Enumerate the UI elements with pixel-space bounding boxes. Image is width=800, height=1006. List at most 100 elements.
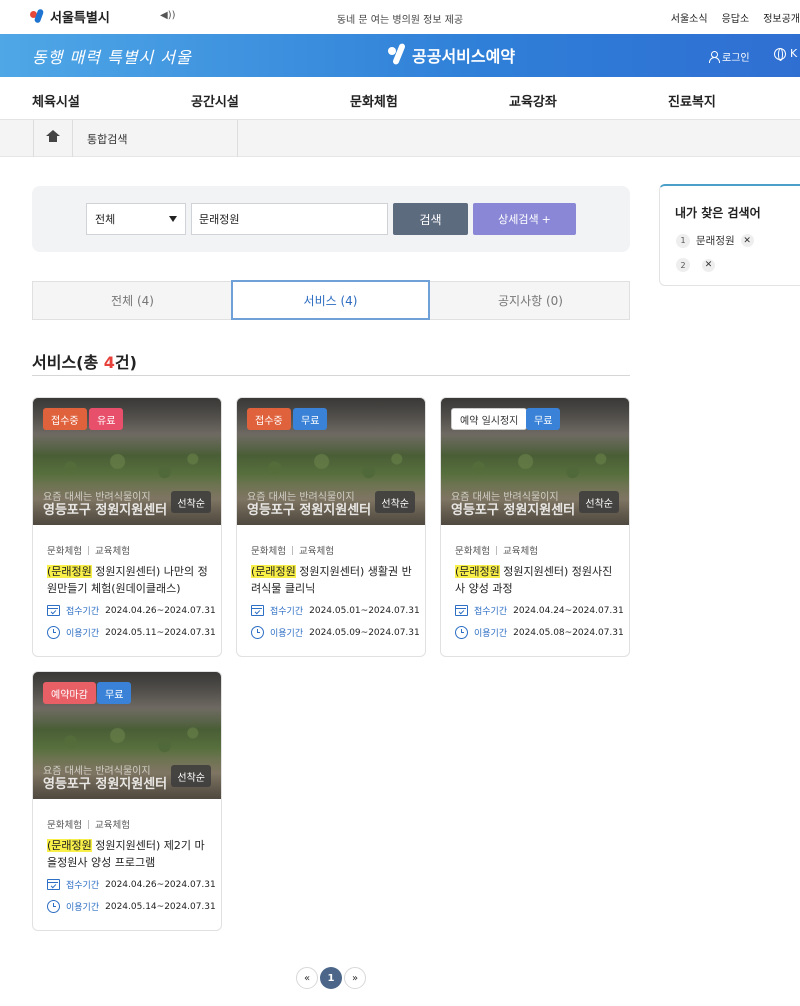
recent-search-number: 1 <box>676 233 690 248</box>
usage-period: 이용기간 2024.05.08~2024.07.31 <box>455 626 624 639</box>
top-links: 서울소식 응답소 정보공개 <box>671 10 800 25</box>
card-category: 문화체험 교육체험 <box>47 543 130 557</box>
search-button[interactable]: 검색 <box>393 203 468 235</box>
registration-period: 접수기간 2024.05.01~2024.07.31 <box>251 604 420 617</box>
card-category: 문화체험 교육체험 <box>251 543 334 557</box>
breadcrumb-current: 통합검색 <box>73 120 238 157</box>
brand-bar: 동행 매력 특별시 서울 공공서비스예약 로그인 K <box>0 34 800 77</box>
search-scope-select[interactable]: 전체 <box>86 203 186 235</box>
close-icon[interactable]: ✕ <box>740 234 754 247</box>
category-primary: 문화체험 <box>251 546 286 557</box>
calendar-icon <box>47 879 60 890</box>
status-badge: 예약 일시정지 <box>451 408 528 430</box>
detail-search-button[interactable]: 상세검색 + <box>473 203 576 235</box>
recent-search-number: 2 <box>676 258 690 272</box>
recent-search-item[interactable]: 2 ✕ <box>676 258 715 272</box>
brand-slogan: 동행 매력 특별시 서울 <box>32 48 192 67</box>
nav-item-education[interactable]: 교육강좌 <box>509 91 557 110</box>
nav-item-sports[interactable]: 체육시설 <box>32 91 80 110</box>
usage-label: 이용기간 <box>270 629 304 639</box>
calendar-icon <box>47 605 60 616</box>
registration-period: 접수기간 2024.04.26~2024.07.31 <box>47 878 216 891</box>
service-card[interactable]: 예약 일시정지 무료 요즘 대세는 반려식물이지 영등포구 정원지원센터 선착순… <box>440 397 630 657</box>
service-card[interactable]: 접수중 무료 요즘 대세는 반려식물이지 영등포구 정원지원센터 선착순 문화체… <box>236 397 426 657</box>
category-primary: 문화체험 <box>455 546 490 557</box>
category-separator <box>291 545 293 555</box>
top-link-info[interactable]: 정보공개 <box>763 10 800 25</box>
calendar-icon <box>251 605 264 616</box>
nav-item-medical[interactable]: 진료복지 <box>668 91 716 110</box>
fee-badge: 무료 <box>97 682 132 704</box>
plus-icon: + <box>541 212 551 226</box>
globe-icon <box>774 47 786 61</box>
language-button[interactable]: K <box>774 47 798 61</box>
card-thumbnail[interactable]: 예약마감 무료 요즘 대세는 반려식물이지 영등포구 정원지원센터 선착순 <box>33 672 221 799</box>
registration-label: 접수기간 <box>66 607 100 617</box>
card-thumbnail[interactable]: 접수중 무료 요즘 대세는 반려식물이지 영등포구 정원지원센터 선착순 <box>237 398 425 525</box>
top-link-news[interactable]: 서울소식 <box>671 10 708 25</box>
category-separator <box>87 819 89 829</box>
usage-period: 이용기간 2024.05.14~2024.07.31 <box>47 900 216 913</box>
first-come-badge: 선착순 <box>375 491 415 513</box>
nav-item-culture[interactable]: 문화체험 <box>350 91 398 110</box>
first-come-badge: 선착순 <box>171 765 211 787</box>
card-title[interactable]: (문래정원 정원지원센터) 나만의 정원만들기 체험(원데이클래스) <box>47 563 213 597</box>
login-button[interactable]: 로그인 <box>708 49 750 64</box>
tab-service[interactable]: 서비스 (4) <box>231 280 430 320</box>
highlight-keyword: (문래정원 <box>251 565 296 578</box>
first-come-badge: 선착순 <box>579 491 619 513</box>
usage-dates: 2024.05.09~2024.07.31 <box>309 627 420 638</box>
section-title-suffix: 건) <box>114 353 137 372</box>
usage-dates: 2024.05.14~2024.07.31 <box>105 901 216 912</box>
fee-badge: 무료 <box>293 408 328 430</box>
category-secondary: 교육체험 <box>502 546 538 557</box>
card-title[interactable]: (문래정원 정원지원센터) 제2기 마을정원사 양성 프로그램 <box>47 837 213 871</box>
fee-badge: 무료 <box>526 408 561 430</box>
registration-period: 접수기간 2024.04.24~2024.07.31 <box>455 604 624 617</box>
nav-item-space[interactable]: 공간시설 <box>191 91 239 110</box>
highlight-keyword: (문래정원 <box>455 565 500 578</box>
service-card[interactable]: 예약마감 무료 요즘 대세는 반려식물이지 영등포구 정원지원센터 선착순 문화… <box>32 671 222 931</box>
usage-dates: 2024.05.08~2024.07.31 <box>513 627 624 638</box>
top-utility-bar: 서울특별시 ◀)) 동네 문 여는 병의원 정보 제공 서울소식 응답소 정보공… <box>0 0 800 34</box>
first-come-badge: 선착순 <box>171 491 211 513</box>
usage-dates: 2024.05.11~2024.07.31 <box>105 627 216 638</box>
card-thumbnail[interactable]: 예약 일시정지 무료 요즘 대세는 반려식물이지 영등포구 정원지원센터 선착순 <box>441 398 629 525</box>
usage-label: 이용기간 <box>66 903 100 913</box>
search-panel: 전체 검색 상세검색 + <box>32 186 630 252</box>
card-title[interactable]: (문래정원 정원지원센터) 생활권 반려식물 클리닉 <box>251 563 417 597</box>
breadcrumb-home[interactable] <box>33 120 73 157</box>
service-card[interactable]: 접수중 유료 요즘 대세는 반려식물이지 영등포구 정원지원센터 선착순 문화체… <box>32 397 222 657</box>
pagination-page-1[interactable]: 1 <box>320 967 342 989</box>
person-icon <box>708 51 720 63</box>
thumbnail-title: 영등포구 정원지원센터 <box>43 777 168 792</box>
highlight-keyword: (문래정원 <box>47 565 92 578</box>
category-separator <box>87 545 89 555</box>
tab-all[interactable]: 전체 (4) <box>33 282 232 319</box>
breadcrumb: 통합검색 <box>0 120 800 157</box>
category-secondary: 교육체험 <box>94 546 130 557</box>
top-link-response[interactable]: 응답소 <box>722 10 750 25</box>
recent-search-item[interactable]: 1 문래정원 ✕ <box>676 233 754 248</box>
usage-label: 이용기간 <box>474 629 508 639</box>
language-label: K <box>790 47 798 60</box>
recent-search-term[interactable]: 문래정원 <box>696 233 735 248</box>
site-title[interactable]: 공공서비스예약 <box>388 43 515 67</box>
pagination-next-button[interactable]: » <box>344 967 366 989</box>
clock-icon <box>251 626 264 639</box>
pagination-prev-button[interactable]: « <box>296 967 318 989</box>
main-nav: 체육시설 공간시설 문화체험 교육강좌 진료복지 <box>0 77 800 120</box>
tab-notice[interactable]: 공지사항 (0) <box>431 282 630 319</box>
usage-period: 이용기간 2024.05.11~2024.07.31 <box>47 626 216 639</box>
category-secondary: 교육체험 <box>298 546 334 557</box>
category-primary: 문화체험 <box>47 546 82 557</box>
section-divider <box>32 375 630 376</box>
section-count: 4 <box>103 353 115 372</box>
card-thumbnail[interactable]: 접수중 유료 요즘 대세는 반려식물이지 영등포구 정원지원센터 선착순 <box>33 398 221 525</box>
detail-search-label: 상세검색 <box>498 213 539 226</box>
result-tabs: 전체 (4) 서비스 (4) 공지사항 (0) <box>32 280 630 320</box>
close-icon[interactable]: ✕ <box>702 258 715 272</box>
search-input[interactable] <box>191 203 388 235</box>
registration-dates: 2024.05.01~2024.07.31 <box>309 605 420 616</box>
card-title[interactable]: (문래정원 정원지원센터) 정원사진사 양성 과정 <box>455 563 621 597</box>
